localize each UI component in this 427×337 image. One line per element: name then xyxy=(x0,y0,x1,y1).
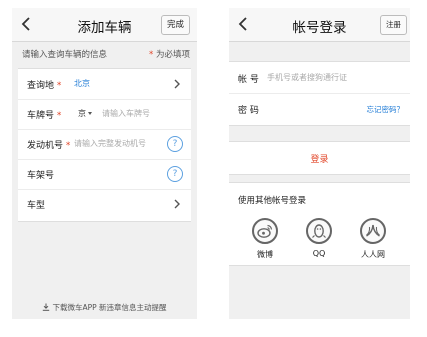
required-note-text: 为必填项 xyxy=(155,50,190,60)
plate-prefix-value: 京 xyxy=(78,109,86,118)
chevron-right-icon xyxy=(174,79,180,89)
plate-number-label-text: 车牌号 xyxy=(27,111,55,121)
query-location-label: 查询地 * xyxy=(27,78,61,91)
engine-number-input[interactable]: 请输入完整发动机号 xyxy=(74,138,146,149)
login-form: 帐 号 手机号或者搜狗通行证 密 码 忘记密码？ xyxy=(229,61,410,126)
add-vehicle-navbar: 添加车辆 完成 xyxy=(12,8,197,42)
required-asterisk: * xyxy=(149,50,154,60)
required-asterisk: * xyxy=(56,81,62,91)
plate-number-input[interactable]: 请输入车牌号 xyxy=(102,108,150,119)
login-screen: 帐号登录 注册 帐 号 手机号或者搜狗通行证 密 码 忘记密码？ 登录 使用其他… xyxy=(229,8,410,319)
frame-number-row[interactable]: 车架号 ? xyxy=(18,159,191,190)
engine-number-label: 发动机号 * xyxy=(27,138,70,151)
form-hint-text: 请输入查询车辆的信息 xyxy=(22,50,108,60)
qq-label: QQ xyxy=(312,249,326,258)
engine-number-row: 发动机号 * 请输入完整发动机号 ? xyxy=(18,129,191,160)
chevron-right-icon xyxy=(174,199,180,209)
done-button[interactable]: 完成 xyxy=(160,15,190,35)
weibo-label: 微博 xyxy=(257,250,273,259)
caret-down-icon xyxy=(88,112,92,115)
vehicle-model-label: 车型 xyxy=(27,201,46,211)
login-button-label: 登录 xyxy=(310,155,329,165)
frame-number-label: 车架号 xyxy=(27,171,55,181)
query-location-row[interactable]: 查询地 * 北京 xyxy=(18,69,191,100)
qq-login-button[interactable]: QQ xyxy=(299,218,339,258)
qq-penguin-icon xyxy=(306,218,332,244)
download-app-link[interactable]: 下载微车APP 新违章信息主动提醒 xyxy=(12,302,197,313)
form-hint: 请输入查询车辆的信息 * 为必填项 xyxy=(12,42,197,64)
download-icon xyxy=(43,303,50,311)
account-label: 帐 号 xyxy=(238,75,259,85)
login-navbar: 帐号登录 注册 xyxy=(229,8,410,42)
plate-prefix-dropdown[interactable]: 京 xyxy=(78,108,92,119)
third-party-login: 使用其他帐号登录 微博 QQ 人人网 xyxy=(229,182,410,266)
renren-label: 人人网 xyxy=(361,250,385,259)
register-button[interactable]: 注册 xyxy=(380,15,407,35)
renren-login-button[interactable]: 人人网 xyxy=(353,218,393,260)
download-tip-text: 下载微车APP 新违章信息主动提醒 xyxy=(52,303,167,312)
account-row: 帐 号 手机号或者搜狗通行证 xyxy=(229,62,410,94)
vehicle-form: 查询地 * 北京 车牌号 * 京 请输入车牌号 发动机号 * 请输入完整发动机号… xyxy=(18,68,191,222)
vehicle-model-row[interactable]: 车型 xyxy=(18,189,191,219)
plate-number-row: 车牌号 * 京 请输入车牌号 xyxy=(18,99,191,130)
query-location-label-text: 查询地 xyxy=(27,81,55,91)
password-label: 密 码 xyxy=(238,106,259,116)
renren-icon xyxy=(360,218,386,244)
query-location-value: 北京 xyxy=(74,79,90,88)
required-asterisk: * xyxy=(56,111,62,121)
plate-number-label: 车牌号 * xyxy=(27,108,61,121)
other-accounts-title: 使用其他帐号登录 xyxy=(238,196,307,206)
password-row: 密 码 忘记密码？ xyxy=(229,93,410,124)
help-icon[interactable]: ? xyxy=(167,136,183,152)
help-icon[interactable]: ? xyxy=(167,166,183,182)
required-asterisk: * xyxy=(65,141,71,151)
forgot-password-link[interactable]: 忘记密码？ xyxy=(367,104,405,115)
add-vehicle-screen: 添加车辆 完成 请输入查询车辆的信息 * 为必填项 查询地 * 北京 车牌号 *… xyxy=(12,8,197,319)
account-input[interactable]: 手机号或者搜狗通行证 xyxy=(267,72,347,83)
weibo-icon xyxy=(252,218,278,244)
required-note: * 为必填项 xyxy=(149,48,190,60)
engine-number-label-text: 发动机号 xyxy=(27,141,64,151)
weibo-login-button[interactable]: 微博 xyxy=(245,218,285,260)
login-button[interactable]: 登录 xyxy=(229,141,410,175)
